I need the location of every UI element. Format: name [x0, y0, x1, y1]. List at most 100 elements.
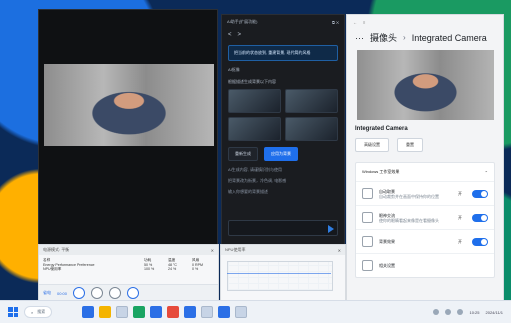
search-icon: ⌕	[31, 309, 34, 315]
expand-icon[interactable]	[127, 287, 140, 299]
settings-gear-icon[interactable]	[109, 287, 122, 299]
eye-contact-icon	[362, 212, 373, 223]
settings-preview-image	[357, 50, 494, 120]
windows-start-icon[interactable]	[8, 307, 18, 317]
menu-icon[interactable]: ≡	[363, 20, 365, 25]
setting-title: 背景效果	[379, 239, 395, 244]
studio-effects-card: Windows 工作室效果 ⌃ 自动取景 自动裁剪并在画面中保持你的位置 开 眼…	[355, 162, 495, 278]
mode-label[interactable]: 省电	[43, 290, 51, 296]
regenerate-button[interactable]: 重新生成	[228, 147, 258, 161]
app-icon[interactable]	[150, 306, 163, 318]
related-settings-link[interactable]: 相关设置	[379, 263, 488, 268]
settings-titlebar: ← ≡	[347, 15, 503, 29]
perf-footer: 省电 00:00	[39, 284, 218, 301]
document-icon[interactable]	[91, 287, 104, 299]
tray-icon[interactable]	[457, 309, 464, 315]
breadcrumb-separator: ›	[403, 33, 406, 42]
chevron-up-icon[interactable]: ⌃	[485, 170, 488, 175]
app-icon[interactable]	[82, 306, 95, 318]
graph-header: NPU使用率 ✕	[221, 245, 345, 255]
close-icon[interactable]: ✕	[211, 248, 214, 253]
advanced-settings-button[interactable]: 高级设置	[355, 138, 389, 152]
clock-date[interactable]: 2024/11/1	[486, 310, 504, 315]
device-name: Integrated Camera	[355, 126, 408, 132]
app-icon[interactable]	[201, 306, 214, 318]
setting-row: 眼神交流 使你的眼睛看起来像是在看摄像头 开	[356, 205, 494, 229]
app-icon[interactable]	[167, 306, 180, 318]
toggle-state-label: 开	[458, 190, 462, 196]
close-icon[interactable]: ✕	[336, 20, 339, 25]
ai-input-hint: 输入你想要的背景描述	[228, 189, 268, 195]
background-thumbnail[interactable]	[285, 89, 338, 113]
forward-icon[interactable]: >	[238, 32, 242, 38]
clock-time[interactable]: 10:25	[469, 310, 479, 315]
app-icon[interactable]	[235, 306, 248, 318]
suggested-prompt[interactable]: 把当前的状态放到, 重建背景, 现代简约风格	[228, 45, 338, 61]
reset-button[interactable]: 重置	[397, 138, 423, 152]
settings-window: ← ≡ ··· 摄像头 › Integrated Camera Integrat…	[346, 14, 504, 301]
perf-header: 电源模式: 平衡 ✕	[39, 245, 218, 255]
perf-cell: 100 %	[143, 267, 155, 271]
toggle-state-label: 开	[458, 238, 462, 244]
timer-icon[interactable]	[73, 287, 86, 299]
search-placeholder: 搜索	[37, 309, 46, 314]
auto-framing-toggle[interactable]	[472, 189, 488, 198]
clock-label: 00:00	[57, 290, 68, 296]
setting-text: 自动取景 自动裁剪并在画面中保持你的位置	[379, 189, 452, 199]
app-icon[interactable]	[99, 306, 112, 318]
windows-start-tile	[13, 312, 18, 317]
ai-prompt-input[interactable]	[228, 220, 338, 236]
tray-icon[interactable]	[433, 309, 440, 315]
windows-start-tile	[8, 307, 13, 312]
breadcrumb: ··· 摄像头 › Integrated Camera	[347, 29, 503, 50]
setting-subtitle: 使你的眼睛看起来像是在看摄像头	[379, 217, 439, 223]
perf-table: 名称 功耗 温度 风扇 Energy Performance Preferenc…	[39, 255, 218, 275]
perf-cell: 24 %	[167, 267, 177, 271]
ai-section-description: 根据描述生成背景以下内容	[228, 79, 276, 84]
device-actions: 高级设置 重置	[355, 138, 503, 152]
app-icon[interactable]	[218, 306, 231, 318]
app-icon[interactable]	[116, 306, 129, 318]
camera-preview-video	[44, 64, 214, 146]
setting-text: 背景效果	[379, 239, 452, 244]
table-row: NPU使用率 100 % 24 % 0 %	[43, 267, 214, 272]
windows-start-tile	[13, 307, 18, 312]
perf-title: 电源模式: 平衡	[43, 247, 70, 252]
ai-panel-titlebar: AI助手(扩展功能) ⧉ ✕	[222, 15, 344, 29]
eye-contact-toggle[interactable]	[472, 213, 488, 222]
performance-widget: 电源模式: 平衡 ✕ 名称 功耗 温度 风扇 Energy Performanc…	[38, 244, 219, 302]
usage-line	[227, 273, 331, 274]
setting-row: 背景效果 开	[356, 229, 494, 253]
system-tray: 10:25 2024/11/1	[433, 309, 503, 315]
npu-usage-widget: NPU使用率 ✕	[220, 244, 346, 302]
taskbar-apps	[82, 306, 248, 318]
back-icon[interactable]: ←	[353, 20, 357, 25]
taskbar-search[interactable]: ⌕ 搜索	[24, 306, 53, 318]
background-thumbnail[interactable]	[228, 117, 281, 141]
background-thumbnails	[228, 89, 338, 141]
ai-suggestion[interactable]: 把背景改为街景，冷色调, 电影感	[228, 178, 338, 183]
windows-start-tile	[8, 312, 13, 317]
pin-icon[interactable]: ⧉	[332, 20, 335, 25]
background-thumbnail[interactable]	[228, 89, 281, 113]
studio-effects-header[interactable]: Windows 工作室效果 ⌃	[356, 163, 494, 181]
ai-panel-nav: < >	[222, 29, 344, 41]
app-icon[interactable]	[184, 306, 197, 318]
perf-cell: NPU使用率	[43, 267, 62, 271]
background-thumbnail[interactable]	[285, 117, 338, 141]
back-icon[interactable]: <	[228, 32, 232, 38]
background-effects-toggle[interactable]	[472, 237, 488, 246]
toggle-state-label: 开	[458, 214, 462, 220]
perf-cell: 0 %	[191, 267, 199, 271]
tray-icon[interactable]	[445, 309, 452, 315]
close-icon[interactable]: ✕	[338, 248, 341, 253]
setting-row[interactable]: 相关设置	[356, 253, 494, 277]
breadcrumb-ellipsis[interactable]: ···	[355, 33, 364, 43]
app-icon[interactable]	[133, 306, 146, 318]
auto-framing-icon	[362, 188, 373, 199]
breadcrumb-camera[interactable]: 摄像头	[370, 31, 397, 44]
background-effects-icon	[362, 236, 373, 247]
page-title: Integrated Camera	[411, 32, 487, 43]
send-icon[interactable]	[328, 225, 334, 233]
apply-background-button[interactable]: 应用为背景	[264, 147, 298, 161]
